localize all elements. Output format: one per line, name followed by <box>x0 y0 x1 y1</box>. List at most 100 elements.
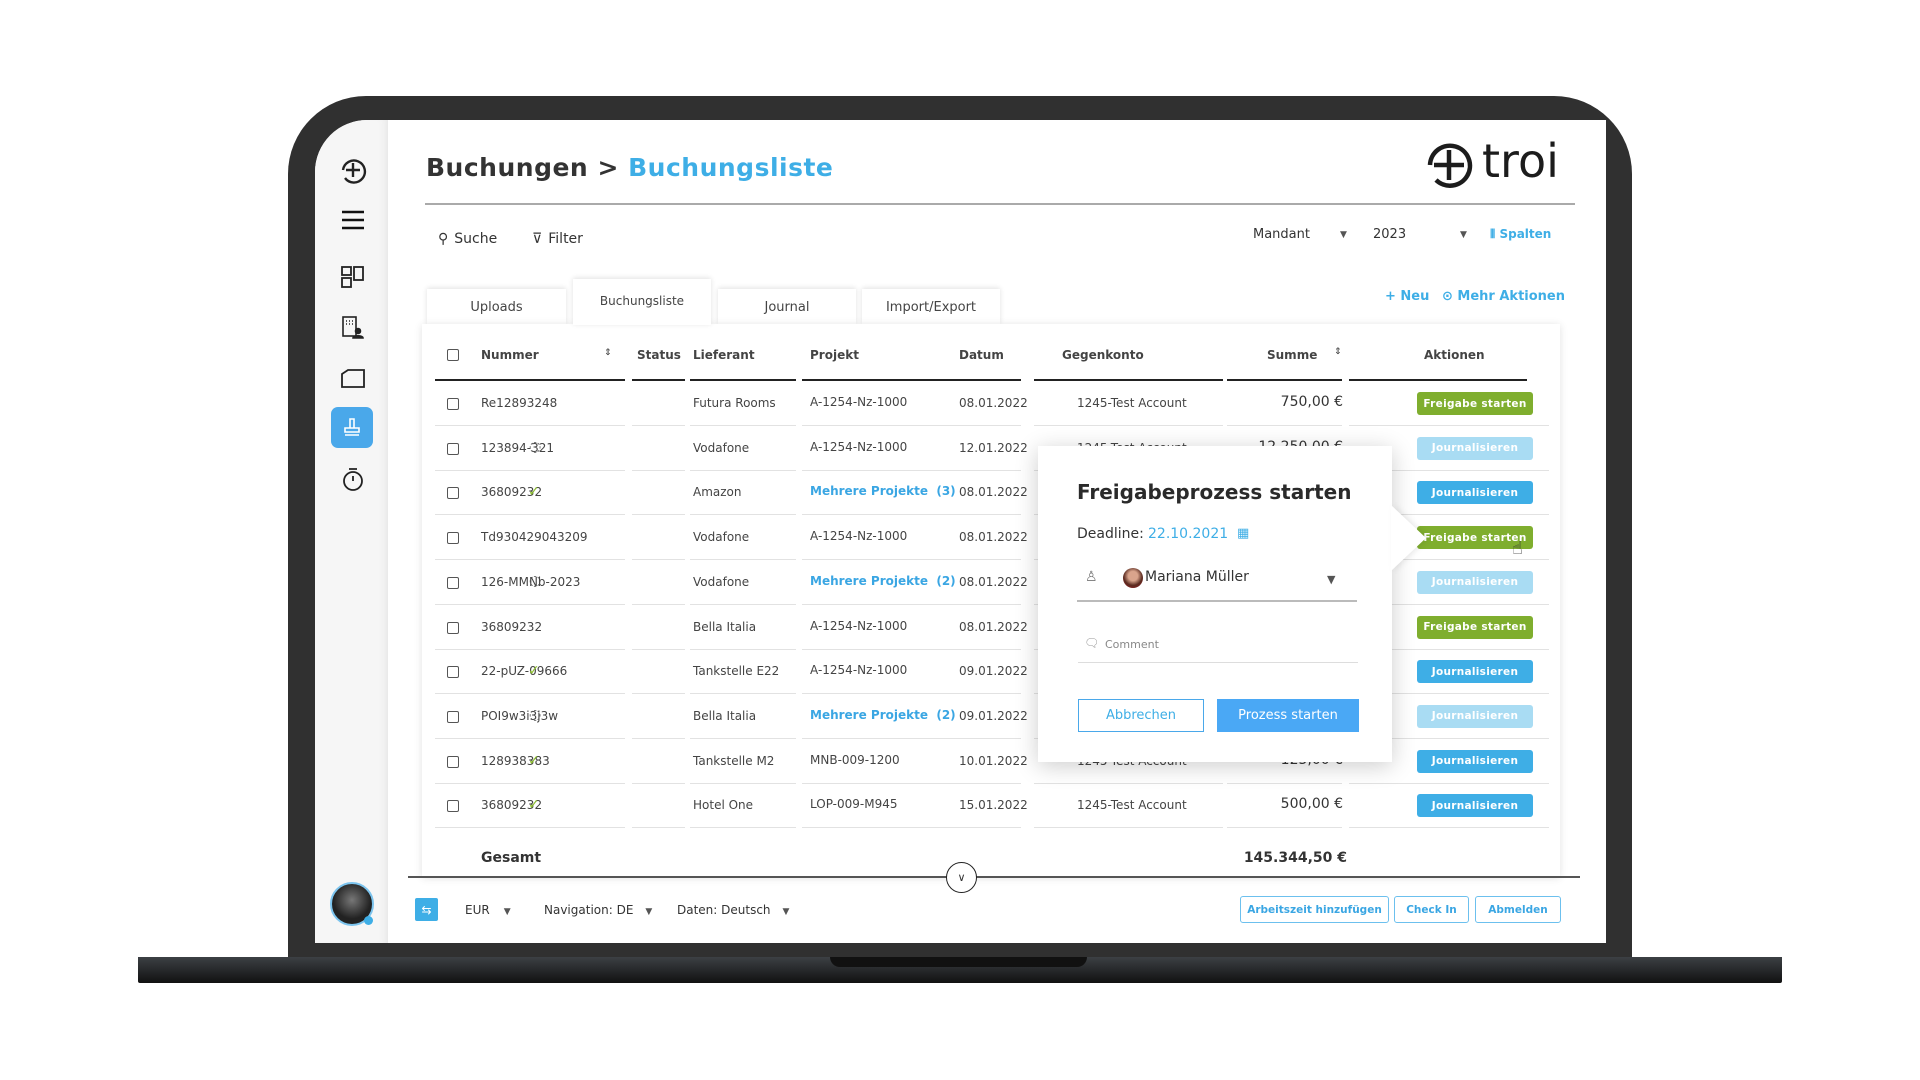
row-checkbox[interactable] <box>447 666 459 679</box>
popup-title: Freigabeprozess starten <box>1077 480 1352 504</box>
deadline-date[interactable]: 22.10.2021 <box>1148 526 1228 542</box>
sort-icon[interactable]: ⇕ <box>1334 347 1342 357</box>
search-button[interactable]: ⚲ Suche <box>438 231 497 247</box>
column-header-projekt[interactable]: Projekt <box>810 348 859 362</box>
columns-button[interactable]: ⦀ Spalten <box>1490 227 1551 242</box>
logo-text: troi <box>1482 134 1559 188</box>
row-action-button[interactable]: Journalisieren <box>1417 481 1533 505</box>
hand-cursor-icon: ☝ <box>1512 538 1523 559</box>
timer-icon[interactable] <box>337 463 369 495</box>
start-process-button[interactable]: Prozess starten <box>1217 699 1359 732</box>
menu-icon[interactable] <box>337 204 369 236</box>
column-header-status[interactable]: Status <box>637 348 681 362</box>
row-checkbox[interactable] <box>447 755 459 768</box>
add-work-time-button[interactable]: Arbeitszeit hinzufügen <box>1240 896 1389 923</box>
cell-lieferant: Tankstelle M2 <box>693 753 775 768</box>
stamp-icon[interactable] <box>331 407 373 448</box>
check-icon: ✓ <box>528 663 540 680</box>
row-action-button[interactable]: Freigabe starten <box>1417 615 1533 639</box>
tab-buchungsliste[interactable]: Buchungsliste <box>573 279 711 325</box>
calendar-icon[interactable]: ▦ <box>1237 526 1249 541</box>
row-action-button[interactable]: Journalisieren <box>1417 660 1533 684</box>
year-select[interactable]: 2023 ▼ <box>1373 227 1473 242</box>
chevron-down-icon: ▼ <box>503 907 511 917</box>
column-header-datum[interactable]: Datum <box>959 348 1004 362</box>
sort-icon[interactable]: ⇕ <box>604 348 612 358</box>
cell-lieferant: Futura Rooms <box>693 396 776 410</box>
row-action-button[interactable]: Journalisieren <box>1417 704 1533 728</box>
dashboard-icon[interactable] <box>337 261 369 293</box>
cell-datum: 08.01.2022 <box>959 485 1028 500</box>
currency-select[interactable]: EUR ▼ <box>465 903 511 917</box>
tab-import-export[interactable]: Import/Export <box>862 289 1000 325</box>
chevron-down-icon: ▼ <box>645 907 653 917</box>
troi-logo: troi <box>1426 134 1566 192</box>
row-action-button[interactable]: Freigabe starten <box>1417 392 1533 415</box>
logout-button[interactable]: Abmelden <box>1475 896 1561 923</box>
column-underline <box>690 379 796 381</box>
tab-uploads[interactable]: Uploads <box>427 289 566 325</box>
column-header-lieferant[interactable]: Lieferant <box>693 348 755 362</box>
chevron-down-icon: ∨ <box>957 871 966 884</box>
cell-datum: 15.01.2022 <box>959 798 1028 813</box>
cell-lieferant: Vodafone <box>693 530 750 545</box>
row-checkbox[interactable] <box>447 487 459 500</box>
folder-icon[interactable] <box>337 362 369 394</box>
assignee-select[interactable]: ♙ Mariana Müller ▼ <box>1077 566 1357 602</box>
company-contacts-icon[interactable] <box>337 312 369 344</box>
navigation-language-select[interactable]: Navigation: DE ▼ <box>544 903 652 917</box>
column-underline <box>435 379 625 381</box>
row-checkbox[interactable] <box>447 532 459 545</box>
tab-journal[interactable]: Journal <box>718 289 856 325</box>
cell-projekt: A-1254-Nz-1000 <box>810 395 908 409</box>
cell-datum: 08.01.2022 <box>959 396 1028 410</box>
cell-projekt: A-1254-Nz-1000 <box>810 439 908 454</box>
cell-projekt[interactable]: Mehrere Projekte (3) <box>810 484 956 498</box>
check-icon: ✓ <box>528 752 540 769</box>
pending-spinner-icon: ◌ <box>529 572 542 589</box>
check-in-button[interactable]: Check In <box>1394 896 1469 923</box>
row-action-button[interactable]: Journalisieren <box>1417 570 1533 594</box>
select-all-checkbox[interactable] <box>447 349 459 361</box>
row-action-button[interactable]: Journalisieren <box>1417 749 1533 773</box>
cell-projekt: A-1254-Nz-1000 <box>810 663 908 678</box>
cell-projekt[interactable]: Mehrere Projekte (2) <box>810 574 956 588</box>
footer-divider <box>408 876 1580 878</box>
more-actions-button[interactable]: ⊙ Mehr Aktionen <box>1442 289 1565 304</box>
comment-input[interactable]: 🗨 Comment <box>1078 634 1358 663</box>
cancel-button[interactable]: Abbrechen <box>1078 699 1204 732</box>
column-underline <box>1227 379 1342 381</box>
row-checkbox[interactable] <box>447 800 459 813</box>
new-button[interactable]: + Neu <box>1385 289 1429 304</box>
cell-datum: 09.01.2022 <box>959 664 1028 679</box>
row-divider <box>1227 827 1342 829</box>
column-header-nummer[interactable]: Nummer <box>481 348 539 362</box>
column-header-gegenkonto[interactable]: Gegenkonto <box>1062 348 1144 362</box>
breadcrumb-parent[interactable]: Buchungen <box>426 153 588 182</box>
troi-logo-icon[interactable] <box>337 154 369 186</box>
table-row[interactable]: Re12893248 Futura Rooms A-1254-Nz-1000 08.0… <box>422 382 1560 426</box>
row-checkbox[interactable] <box>447 442 459 455</box>
mandant-select[interactable]: Mandant ▼ <box>1253 227 1353 242</box>
row-checkbox[interactable] <box>447 621 459 634</box>
cell-summe: 500,00 € <box>1280 796 1343 813</box>
data-language-select[interactable]: Daten: Deutsch ▼ <box>677 903 789 917</box>
table-row[interactable]: 36809232 ✓ Hotel One LOP-009-M945 15.01.2022… <box>422 784 1560 829</box>
column-header-aktionen[interactable]: Aktionen <box>1424 348 1485 362</box>
expand-chevron-button[interactable]: ∨ <box>946 862 977 893</box>
total-label: Gesamt <box>481 850 542 866</box>
cell-datum: 08.01.2022 <box>959 530 1028 545</box>
row-checkbox[interactable] <box>447 576 459 589</box>
cell-projekt: LOP-009-M945 <box>810 797 898 812</box>
row-action-button[interactable]: Journalisieren <box>1417 794 1533 818</box>
cell-projekt[interactable]: Mehrere Projekte (2) <box>810 708 956 722</box>
row-divider <box>435 827 625 829</box>
filter-button[interactable]: ⊽ Filter <box>532 231 583 247</box>
row-checkbox[interactable] <box>447 398 459 410</box>
row-checkbox[interactable] <box>447 710 459 723</box>
cell-lieferant: Amazon <box>693 485 742 500</box>
column-header-summe[interactable]: Summe <box>1267 348 1317 362</box>
row-divider <box>1349 827 1549 829</box>
swap-toggle-icon[interactable]: ⇆ <box>415 898 438 921</box>
row-action-button[interactable]: Journalisieren <box>1417 436 1533 460</box>
